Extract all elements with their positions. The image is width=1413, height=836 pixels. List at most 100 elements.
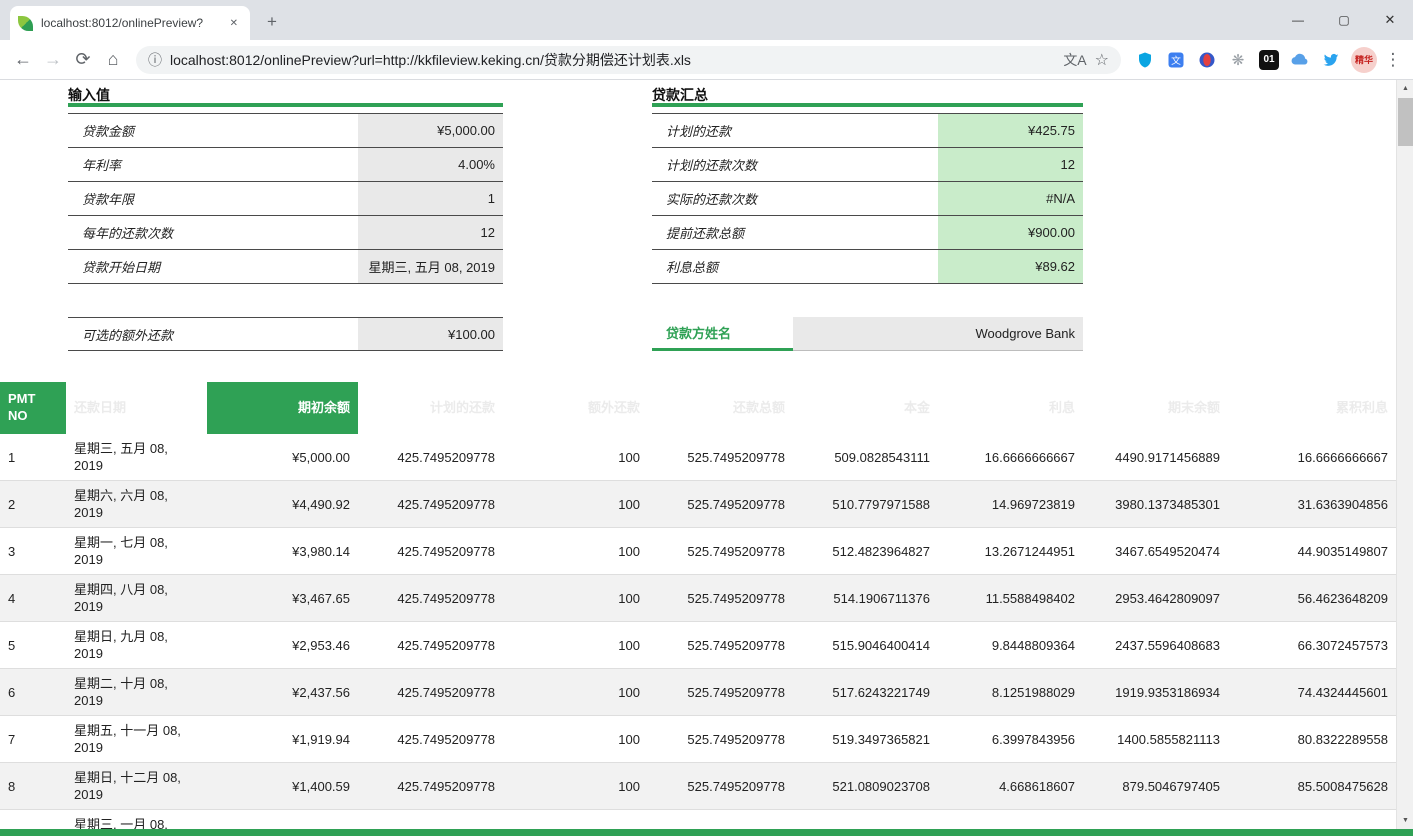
table-cell: 4 (0, 575, 66, 622)
shield-extension-icon[interactable] (1135, 50, 1155, 70)
table-cell: 100 (503, 622, 648, 669)
profile-avatar[interactable]: 精华 (1351, 47, 1377, 73)
forward-icon[interactable]: → (38, 45, 68, 75)
table-cell: 8.1251988029 (938, 669, 1083, 716)
table-cell: ¥1,400.59 (207, 763, 358, 810)
row-value: #N/A (938, 182, 1083, 215)
table-cell: 星期日, 九月 08, 2019 (66, 622, 207, 669)
browser-menu-icon[interactable]: ⋮ (1381, 45, 1405, 75)
table-cell: 100 (503, 669, 648, 716)
table-row: 8星期日, 十二月 08, 2019¥1,400.59425.749520977… (0, 763, 1396, 810)
table-cell: 519.3497365821 (793, 716, 938, 763)
summary-rows: 计划的还款 ¥425.75 计划的还款次数 12 实际的还款次数 #N/A 提前… (652, 113, 1083, 284)
table-cell: 1400.5855821113 (1083, 716, 1228, 763)
table-cell: 525.7495209778 (648, 669, 793, 716)
row-value: ¥100.00 (358, 318, 503, 350)
table-cell: 6 (0, 669, 66, 716)
bookmark-star-icon[interactable]: ☆ (1095, 50, 1109, 70)
back-icon[interactable]: ← (8, 45, 38, 75)
summary-row: 计划的还款 ¥425.75 (652, 114, 1083, 148)
table-cell: 425.7495209778 (358, 716, 503, 763)
cloud-extension-icon[interactable] (1290, 50, 1310, 70)
circle-logo-extension-icon[interactable] (1197, 50, 1217, 70)
url-input[interactable] (170, 52, 1055, 68)
table-cell: 1919.9353186934 (1083, 669, 1228, 716)
input-row: 贷款年限 1 (68, 182, 503, 216)
table-cell: 425.7495209778 (358, 575, 503, 622)
scroll-up-icon[interactable]: ▲ (1397, 80, 1413, 97)
table-cell: ¥2,953.46 (207, 622, 358, 669)
table-cell: ¥4,490.92 (207, 481, 358, 528)
table-cell: 525.7495209778 (648, 481, 793, 528)
content-area: 输入值 贷款金额 ¥5,000.00 年利率 4.00% 贷款年限 1 每年的还… (0, 80, 1413, 836)
summary-panel: 贷款汇总 计划的还款 ¥425.75 计划的还款次数 12 实际的还款次数 #N… (652, 85, 1083, 351)
translate-icon[interactable]: 文A (1063, 50, 1086, 70)
schedule-table: PMT NO还款日期期初余额计划的还款额外还款还款总额本金利息期末余额累积利息 … (0, 382, 1396, 836)
table-row: 6星期二, 十月 08, 2019¥2,437.56425.7495209778… (0, 669, 1396, 716)
row-label: 计划的还款 (652, 114, 938, 147)
table-cell: 425.7495209778 (358, 528, 503, 575)
table-cell: 425.7495209778 (358, 763, 503, 810)
table-cell: 44.9035149807 (1228, 528, 1396, 575)
table-cell: 星期六, 六月 08, 2019 (66, 481, 207, 528)
row-value: ¥5,000.00 (358, 114, 503, 147)
table-cell: 425.7495209778 (358, 622, 503, 669)
browser-tab[interactable]: localhost:8012/onlinePreview? ✕ (10, 6, 250, 40)
row-label: 提前还款总额 (652, 216, 938, 249)
row-label: 贷款开始日期 (68, 250, 358, 283)
column-header: 利息 (938, 382, 1083, 434)
table-cell: 425.7495209778 (358, 481, 503, 528)
input-row: 每年的还款次数 12 (68, 216, 503, 250)
scrollbar-thumb[interactable] (1398, 98, 1413, 146)
table-cell: 80.8322289558 (1228, 716, 1396, 763)
table-cell: 1 (0, 434, 66, 481)
column-header: 还款总额 (648, 382, 793, 434)
disabled-extension-icon[interactable]: ❋ (1228, 50, 1248, 70)
table-cell: 66.3072457573 (1228, 622, 1396, 669)
minimize-button[interactable]: — (1275, 0, 1321, 40)
table-cell: 879.5046797405 (1083, 763, 1228, 810)
input-row: 贷款开始日期 星期三, 五月 08, 2019 (68, 250, 503, 284)
row-label: 贷款年限 (68, 182, 358, 215)
page-info-icon[interactable]: ⓘ (148, 50, 162, 70)
table-cell: 16.6666666667 (1228, 434, 1396, 481)
table-cell: 星期五, 十一月 08, 2019 (66, 716, 207, 763)
table-cell: 425.7495209778 (358, 669, 503, 716)
table-cell: 3467.6549520474 (1083, 528, 1228, 575)
row-value: ¥89.62 (938, 250, 1083, 283)
input-panel: 输入值 贷款金额 ¥5,000.00 年利率 4.00% 贷款年限 1 每年的还… (68, 85, 503, 351)
badge-01-extension-icon[interactable]: 01 (1259, 50, 1279, 70)
table-cell: 525.7495209778 (648, 528, 793, 575)
summary-row: 提前还款总额 ¥900.00 (652, 216, 1083, 250)
summary-panel-underline (652, 103, 1083, 107)
new-tab-button[interactable]: + (260, 10, 284, 34)
table-cell: 星期四, 八月 08, 2019 (66, 575, 207, 622)
table-cell: 525.7495209778 (648, 763, 793, 810)
close-button[interactable]: ✕ (1367, 0, 1413, 40)
row-label: 贷款金额 (68, 114, 358, 147)
table-cell: 星期三, 五月 08, 2019 (66, 434, 207, 481)
table-cell: 星期一, 七月 08, 2019 (66, 528, 207, 575)
row-value: 4.00% (358, 148, 503, 181)
address-bar[interactable]: ⓘ 文A ☆ (136, 46, 1121, 74)
summary-panel-title: 贷款汇总 (652, 85, 1083, 103)
scroll-down-icon[interactable]: ▼ (1397, 812, 1413, 829)
refresh-icon[interactable]: ⟳ (68, 45, 98, 75)
scrollbar[interactable]: ▲ ▼ (1396, 80, 1413, 829)
home-icon[interactable]: ⌂ (98, 45, 128, 75)
maximize-button[interactable]: ▢ (1321, 0, 1367, 40)
translate-extension-icon[interactable]: 文 (1166, 50, 1186, 70)
bird-extension-icon[interactable] (1321, 50, 1341, 70)
summary-row: 利息总额 ¥89.62 (652, 250, 1083, 284)
table-cell: 525.7495209778 (648, 575, 793, 622)
table-cell: 3 (0, 528, 66, 575)
row-value: 12 (358, 216, 503, 249)
table-cell: 7 (0, 716, 66, 763)
input-panel-underline (68, 103, 503, 107)
table-cell: 100 (503, 481, 648, 528)
tab-close-icon[interactable]: ✕ (226, 16, 242, 31)
row-label: 实际的还款次数 (652, 182, 938, 215)
row-label: 每年的还款次数 (68, 216, 358, 249)
row-value: 12 (938, 148, 1083, 181)
table-cell: 14.969723819 (938, 481, 1083, 528)
